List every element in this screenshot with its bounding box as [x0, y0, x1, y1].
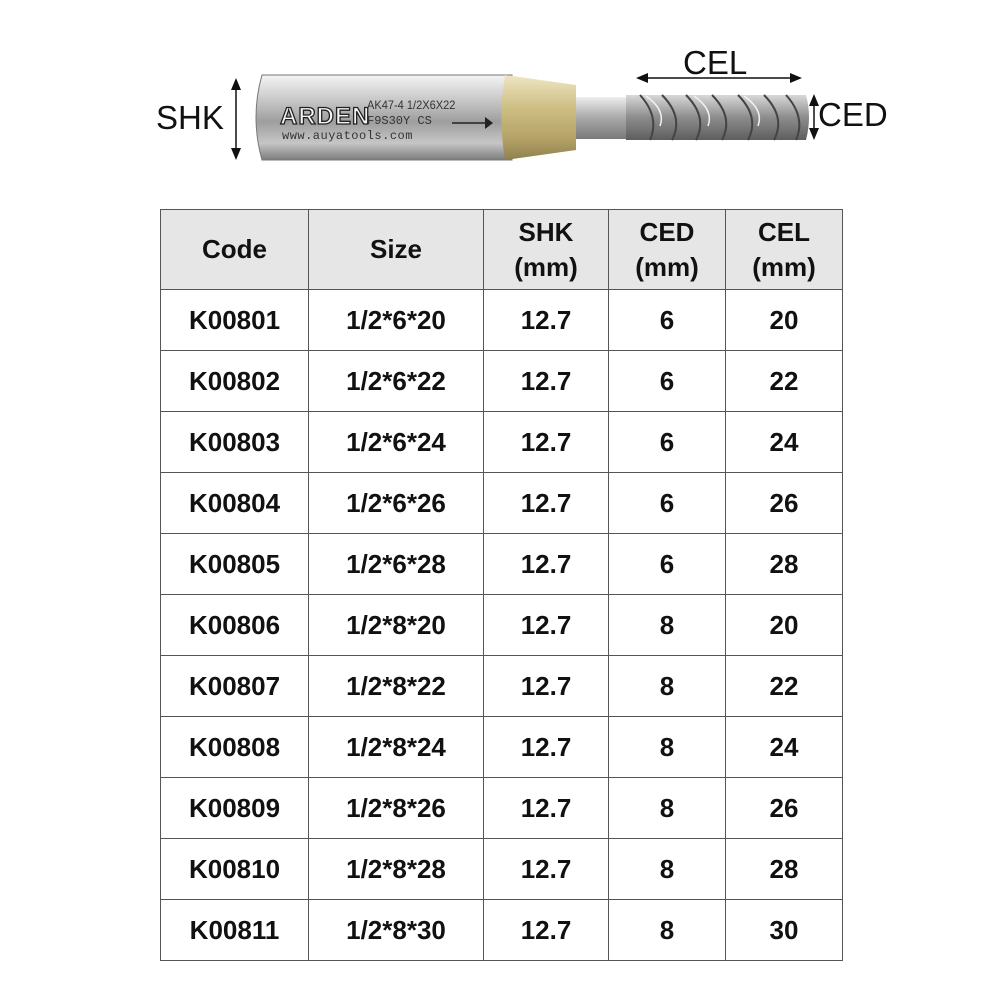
table-row: K00807 1/2*8*22 12.7 8 22	[160, 655, 843, 717]
cell-ced: 6	[608, 350, 726, 412]
table-header-row: Code Size SHK (mm) CED (mm) CEL (mm)	[160, 209, 843, 290]
cell-code: K00804	[160, 472, 309, 534]
cell-code: K00809	[160, 777, 309, 839]
cell-code: K00807	[160, 655, 309, 717]
cell-shk: 12.7	[483, 838, 609, 900]
cell-cel: 26	[725, 472, 843, 534]
cell-cel: 22	[725, 350, 843, 412]
cell-shk: 12.7	[483, 777, 609, 839]
header-size: Size	[308, 209, 484, 290]
cell-code: K00811	[160, 899, 309, 961]
cell-ced: 8	[608, 838, 726, 900]
cel-arrow-right	[790, 73, 802, 83]
cell-ced: 8	[608, 899, 726, 961]
tool-marking-line2: F9S30Y CS	[367, 114, 432, 128]
cell-cel: 22	[725, 655, 843, 717]
cel-arrow-left	[636, 73, 648, 83]
cell-shk: 12.7	[483, 533, 609, 595]
header-ced: CED (mm)	[608, 209, 726, 290]
brazed-collar	[501, 75, 576, 160]
table-row: K00805 1/2*6*28 12.7 6 28	[160, 533, 843, 595]
shk-label: SHK	[156, 99, 224, 136]
cell-code: K00802	[160, 350, 309, 412]
cell-cel: 24	[725, 411, 843, 473]
cell-shk: 12.7	[483, 289, 609, 351]
header-code: Code	[160, 209, 309, 290]
shk-arrow-down	[231, 148, 241, 160]
cell-size: 1/2*8*28	[308, 838, 484, 900]
header-shk: SHK (mm)	[483, 209, 609, 290]
shk-arrow-up	[231, 78, 241, 90]
table-row: K00811 1/2*8*30 12.7 8 30	[160, 899, 843, 961]
cell-shk: 12.7	[483, 594, 609, 656]
cell-size: 1/2*8*20	[308, 594, 484, 656]
cell-cel: 30	[725, 899, 843, 961]
cell-ced: 6	[608, 533, 726, 595]
table-row: K00808 1/2*8*24 12.7 8 24	[160, 716, 843, 778]
cell-cel: 28	[725, 838, 843, 900]
brand-logo: ARDEN	[280, 103, 370, 130]
cell-ced: 6	[608, 411, 726, 473]
cell-size: 1/2*6*22	[308, 350, 484, 412]
cell-cel: 24	[725, 716, 843, 778]
table-row: K00803 1/2*6*24 12.7 6 24	[160, 411, 843, 473]
table-row: K00809 1/2*8*26 12.7 8 26	[160, 777, 843, 839]
cell-shk: 12.7	[483, 350, 609, 412]
cell-shk: 12.7	[483, 472, 609, 534]
cell-ced: 6	[608, 472, 726, 534]
cell-ced: 6	[608, 289, 726, 351]
cell-code: K00808	[160, 716, 309, 778]
cell-cel: 20	[725, 594, 843, 656]
cell-size: 1/2*6*28	[308, 533, 484, 595]
table-row: K00801 1/2*6*20 12.7 6 20	[160, 289, 843, 351]
tool-marking-website: www.auyatools.com	[282, 129, 413, 143]
cell-ced: 8	[608, 655, 726, 717]
cell-code: K00810	[160, 838, 309, 900]
cel-label: CEL	[683, 44, 748, 81]
cell-size: 1/2*8*26	[308, 777, 484, 839]
cell-size: 1/2*6*26	[308, 472, 484, 534]
table-row: K00804 1/2*6*26 12.7 6 26	[160, 472, 843, 534]
cell-size: 1/2*8*24	[308, 716, 484, 778]
cell-shk: 12.7	[483, 716, 609, 778]
cell-code: K00803	[160, 411, 309, 473]
spec-table: Code Size SHK (mm) CED (mm) CEL (mm) K00801…	[160, 209, 843, 961]
cell-cel: 28	[725, 533, 843, 595]
router-bit-diagram: ARDEN SHK CEL CED AK47-4 1/2X6X22 F9S30Y…	[0, 0, 1000, 200]
cell-cel: 26	[725, 777, 843, 839]
cell-code: K00806	[160, 594, 309, 656]
header-cel: CEL (mm)	[725, 209, 843, 290]
neck	[576, 97, 626, 139]
cell-code: K00805	[160, 533, 309, 595]
cell-size: 1/2*6*24	[308, 411, 484, 473]
ced-label: CED	[818, 96, 888, 133]
tool-marking-line1: AK47-4 1/2X6X22	[367, 98, 456, 112]
cell-ced: 8	[608, 594, 726, 656]
cell-size: 1/2*8*22	[308, 655, 484, 717]
cell-cel: 20	[725, 289, 843, 351]
cell-shk: 12.7	[483, 655, 609, 717]
cell-ced: 8	[608, 716, 726, 778]
cell-code: K00801	[160, 289, 309, 351]
cell-ced: 8	[608, 777, 726, 839]
table-row: K00806 1/2*8*20 12.7 8 20	[160, 594, 843, 656]
table-row: K00810 1/2*8*28 12.7 8 28	[160, 838, 843, 900]
table-row: K00802 1/2*6*22 12.7 6 22	[160, 350, 843, 412]
cell-size: 1/2*6*20	[308, 289, 484, 351]
cell-size: 1/2*8*30	[308, 899, 484, 961]
cell-shk: 12.7	[483, 899, 609, 961]
cell-shk: 12.7	[483, 411, 609, 473]
